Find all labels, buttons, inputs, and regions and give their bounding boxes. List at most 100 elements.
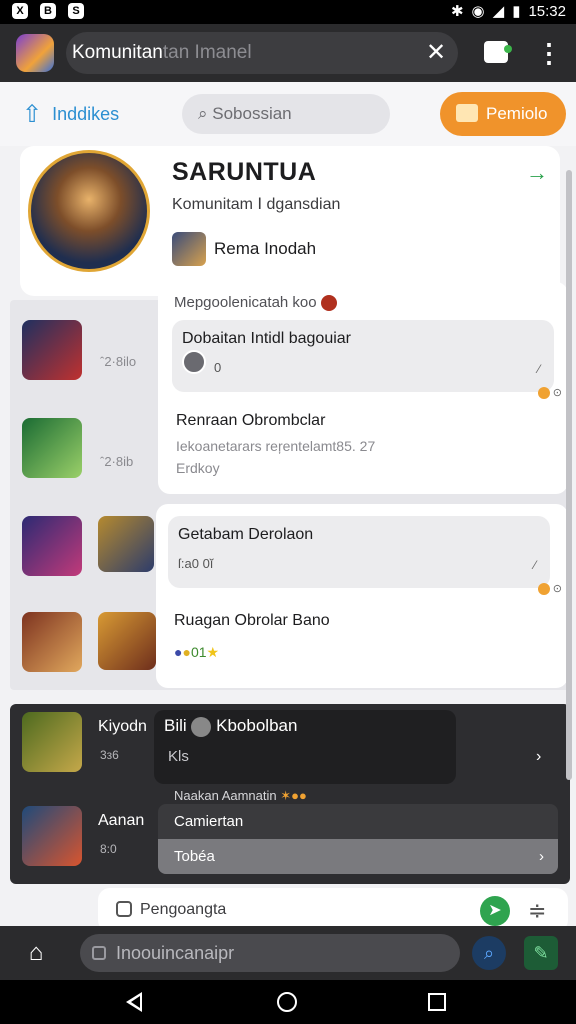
emoji-icon: ✶●●	[280, 788, 307, 803]
search-icon	[92, 946, 106, 960]
compose-icon[interactable]: ✎	[524, 936, 558, 970]
message-meta: ſ:a0 0ĭ	[178, 556, 214, 571]
panel-header: Mepgoolenicatah koo	[174, 294, 337, 312]
dark-section-text: Naakan Aamnatin	[174, 788, 277, 803]
profile-subtitle: Komunitam Ⅰ dgansdian	[172, 196, 341, 213]
dark-chat-prefix: Bili	[164, 716, 187, 735]
app-title-field[interactable]: Komunitantan Imanel	[66, 32, 458, 74]
bottom-search-input[interactable]: Inoouincanaipr	[80, 934, 460, 972]
chat-room-title[interactable]: Renraan Obrombclar	[176, 412, 325, 430]
scrollbar[interactable]	[566, 170, 572, 780]
upload-label: Inddikes	[52, 104, 120, 124]
tick-icon: ⁄	[537, 362, 540, 376]
close-icon[interactable]: ✕	[420, 32, 452, 74]
app-title: Komunitan	[72, 42, 163, 63]
list-item-thumbnail[interactable]	[22, 712, 82, 772]
profile-user[interactable]: Rema Inodah	[172, 232, 316, 266]
chat-panel: Mepgoolenicatah koo Dobaitan Intidl bago…	[158, 282, 568, 494]
message-count: 0	[214, 360, 222, 375]
list-item-name: Aanan	[98, 812, 145, 829]
upload-link[interactable]: ⇧ Inddikes	[22, 100, 119, 129]
chat-panel-secondary: Getabam Derolaon ſ:a0 0ĭ ⁄ ⊙ Ruagan Obro…	[156, 504, 568, 688]
search-icon: ⌕	[198, 104, 213, 123]
chevron-right-icon: ›	[539, 848, 544, 865]
message-text: Dobaitan Intidl bagouiar	[182, 330, 352, 347]
dark-chat-name: Kbobolban	[216, 716, 298, 735]
status-bar: X B S ✱ ◉ ◢ ▮ 15:32	[0, 0, 576, 24]
list-item-thumbnail[interactable]	[22, 418, 82, 478]
bottom-bar: ⌂ Inoouincanaipr ⌕ ✎	[0, 926, 576, 980]
attachment-icon[interactable]	[116, 901, 132, 917]
chat-room-meta: Erdkoy	[176, 460, 220, 476]
chevron-right-icon[interactable]: ›	[536, 748, 541, 766]
user-name: Rema Inodah	[214, 239, 317, 258]
message-bubble[interactable]: Dobaitan Intidl bagouiar 0 ⁄	[172, 320, 554, 392]
more-options-icon[interactable]: ⋮	[536, 35, 562, 71]
reaction-icon	[537, 387, 550, 400]
upload-icon: ⇧	[22, 101, 43, 128]
list-item-meta: 8:0	[100, 842, 117, 856]
avatar	[191, 716, 212, 737]
menu-item-label: Tobéa	[174, 848, 215, 865]
dark-section-header: Naakan Aamnatin ✶●●	[174, 788, 307, 804]
reaction-count[interactable]: ⊙	[537, 582, 562, 596]
top-toolbar: ⇧ Inddikes ⌕ Sobossian Pemiolo	[0, 82, 576, 146]
signal-icon: ◢	[492, 3, 505, 20]
profile-card: SARUNTUA Komunitam Ⅰ dgansdian → Rema In…	[20, 146, 560, 296]
message-title: Getabam Derolaon	[178, 526, 314, 543]
system-nav-bar	[0, 980, 576, 1024]
avatar	[182, 350, 206, 374]
primary-button[interactable]: Pemiolo	[440, 92, 566, 136]
reaction-count[interactable]: ⊙	[537, 386, 562, 400]
search-input[interactable]: ⌕ Sobossian	[182, 94, 390, 134]
coin-icon: ●	[182, 644, 191, 660]
menu-icon[interactable]: ≑	[528, 898, 546, 924]
dark-chat-sub: Kls	[168, 748, 189, 765]
clock: 15:32	[528, 2, 566, 20]
profile-title: SARUNTUA	[172, 158, 317, 186]
compose-placeholder: Pengoangta	[140, 901, 227, 918]
chat-room-title[interactable]: Ruagan Obrolar Bano	[174, 612, 330, 630]
list-item-meta: ˆ2·8ib	[100, 454, 134, 469]
badge-icon	[320, 295, 337, 312]
dark-menu: Camiertan Tobéa ›	[158, 804, 558, 874]
notification-icon: X	[12, 3, 28, 19]
list-item-thumbnail[interactable]	[98, 516, 154, 572]
app-title-suffix: tan Imanel	[162, 42, 252, 63]
search-icon[interactable]: ⌕	[472, 936, 506, 970]
bottom-search-placeholder: Inoouincanaipr	[116, 943, 235, 963]
list-item-thumbnail[interactable]	[98, 612, 156, 670]
recent-apps-icon[interactable]	[428, 993, 446, 1011]
panel-header-text: Mepgoolenicatah koo	[174, 294, 317, 311]
menu-item[interactable]: Tobéa ›	[158, 839, 558, 874]
send-icon[interactable]: ➤	[480, 896, 510, 926]
battery-icon: ▮	[512, 3, 521, 20]
list-item-thumbnail[interactable]	[22, 320, 82, 380]
star-icon: ★	[206, 644, 220, 660]
user-avatar	[172, 232, 206, 266]
list-item-thumbnail[interactable]	[22, 516, 82, 576]
arrow-right-icon[interactable]: →	[526, 160, 548, 186]
notification-icon: B	[40, 3, 56, 19]
chat-icon[interactable]	[484, 41, 512, 63]
primary-button-label: Pemiolo	[486, 104, 548, 123]
home-icon[interactable]	[277, 992, 297, 1012]
list-item-name: Kiyodn	[98, 718, 147, 735]
list-item-meta: 3з6	[100, 748, 119, 762]
list-item-thumbnail[interactable]	[22, 612, 82, 672]
dark-chat-card[interactable]: Bili Kbobolban Kls	[154, 710, 456, 784]
dark-chat-title: Bili Kbobolban	[164, 716, 297, 737]
notification-icon: S	[68, 3, 84, 19]
search-placeholder: Sobossian	[212, 104, 292, 123]
app-logo[interactable]	[16, 34, 54, 72]
avatar[interactable]	[28, 150, 150, 272]
menu-item[interactable]: Camiertan	[158, 804, 558, 839]
message-bubble[interactable]: Getabam Derolaon ſ:a0 0ĭ ⁄	[168, 516, 550, 588]
status-icons-right: ✱ ◉ ◢ ▮ 15:32	[450, 2, 566, 21]
home-icon[interactable]: ⌂	[22, 940, 50, 966]
list-item-thumbnail[interactable]	[22, 806, 82, 866]
chat-room-subtitle: Iekoanetarars reŗentelamt85. 27	[176, 438, 376, 454]
folder-icon	[456, 104, 478, 122]
tick-icon: ⁄	[533, 558, 536, 572]
bluetooth-icon: ✱	[450, 3, 464, 20]
